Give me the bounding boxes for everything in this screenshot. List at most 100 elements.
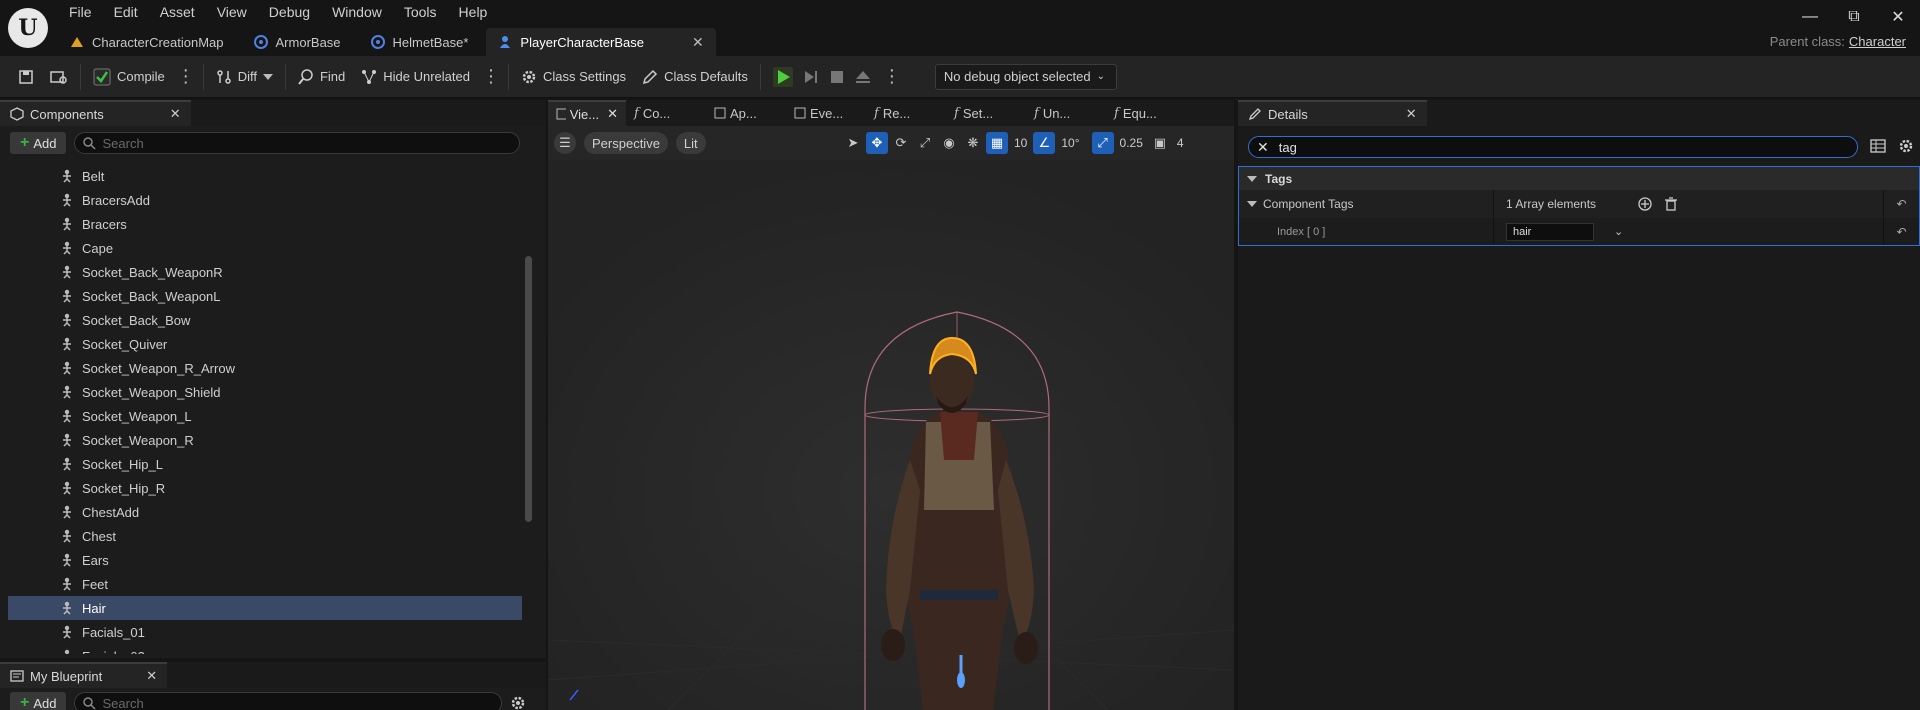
perspective-button[interactable]: Perspective bbox=[584, 132, 668, 154]
details-tab[interactable]: Details ✕ bbox=[1238, 100, 1427, 126]
clear-search-icon[interactable]: ✕ bbox=[1257, 139, 1269, 156]
class-defaults-button[interactable]: Class Defaults bbox=[634, 62, 756, 92]
eject-icon[interactable] bbox=[855, 69, 871, 85]
rotate-icon[interactable]: ⟳ bbox=[890, 132, 912, 154]
component-row[interactable]: Facials_02 bbox=[8, 644, 522, 654]
components-scrollbar[interactable] bbox=[525, 256, 532, 522]
reset-icon[interactable]: ↶ bbox=[1883, 190, 1919, 218]
camera-speed-icon[interactable]: ▣ bbox=[1149, 132, 1171, 154]
close-panel-icon[interactable]: ✕ bbox=[1406, 106, 1417, 122]
close-window-icon[interactable]: ✕ bbox=[1876, 0, 1920, 34]
menu-help[interactable]: Help bbox=[448, 0, 499, 24]
rotation-snap-icon[interactable]: ∠ bbox=[1033, 132, 1056, 154]
viewport-tab[interactable]: Eve... bbox=[786, 100, 866, 126]
component-row[interactable]: Feet bbox=[8, 572, 522, 596]
component-row[interactable]: Hair bbox=[8, 596, 522, 620]
play-options-icon[interactable]: ⋮ bbox=[879, 66, 905, 87]
component-row[interactable]: Socket_Hip_L bbox=[8, 452, 522, 476]
camera-speed-value[interactable]: 4 bbox=[1173, 136, 1188, 150]
more-options-icon[interactable]: ⋮ bbox=[478, 66, 504, 87]
hide-unrelated-button[interactable]: Hide Unrelated bbox=[353, 62, 478, 92]
menu-file[interactable]: File bbox=[58, 0, 103, 24]
class-settings-button[interactable]: Class Settings bbox=[513, 62, 634, 92]
tab-armorbase[interactable]: ArmorBase bbox=[242, 28, 353, 56]
surface-snap-icon[interactable]: ❋ bbox=[962, 132, 984, 154]
expand-arrow-icon[interactable] bbox=[1247, 201, 1257, 207]
scale-icon[interactable]: ⤢ bbox=[914, 132, 936, 154]
menu-view[interactable]: View bbox=[206, 0, 258, 24]
minimize-icon[interactable]: — bbox=[1788, 0, 1832, 34]
component-row[interactable]: Socket_Back_WeaponR bbox=[8, 260, 522, 284]
gear-icon[interactable] bbox=[510, 695, 526, 710]
menu-window[interactable]: Window bbox=[321, 0, 393, 24]
close-panel-icon[interactable]: ✕ bbox=[170, 106, 181, 122]
viewport-options-icon[interactable]: ☰ bbox=[554, 132, 576, 154]
my-blueprint-search-input[interactable]: Search bbox=[74, 692, 503, 710]
viewport-tab[interactable]: f Co... bbox=[626, 100, 706, 126]
add-element-icon[interactable] bbox=[1638, 197, 1652, 211]
menu-debug[interactable]: Debug bbox=[258, 0, 321, 24]
scale-snap-value[interactable]: 0.25 bbox=[1116, 136, 1147, 150]
trash-icon[interactable] bbox=[1664, 197, 1678, 211]
restore-icon[interactable]: ⧉ bbox=[1832, 0, 1876, 34]
gear-icon[interactable] bbox=[1898, 138, 1914, 154]
component-row[interactable]: Socket_Hip_R bbox=[8, 476, 522, 500]
step-icon[interactable] bbox=[803, 69, 819, 85]
world-local-icon[interactable]: ◉ bbox=[938, 132, 960, 154]
my-blueprint-tab[interactable]: My Blueprint ✕ bbox=[0, 662, 168, 688]
component-row[interactable]: Ears bbox=[8, 548, 522, 572]
viewport-tab[interactable]: f Un... bbox=[1026, 100, 1106, 126]
add-member-button[interactable]: + Add bbox=[10, 692, 67, 710]
play-icon[interactable] bbox=[772, 66, 793, 87]
component-row[interactable]: Chest bbox=[8, 524, 522, 548]
component-row[interactable]: Socket_Weapon_L bbox=[8, 404, 522, 428]
select-icon[interactable]: ➤ bbox=[842, 132, 864, 154]
viewport-tab[interactable]: Vie... ✕ bbox=[548, 100, 626, 126]
menu-edit[interactable]: Edit bbox=[103, 0, 149, 24]
component-row[interactable]: Socket_Weapon_Shield bbox=[8, 380, 522, 404]
browse-icon[interactable] bbox=[42, 62, 76, 92]
tab-charactercreationmap[interactable]: CharacterCreationMap bbox=[58, 28, 236, 56]
compile-button[interactable]: Compile bbox=[85, 62, 173, 92]
component-row[interactable]: Socket_Weapon_R bbox=[8, 428, 522, 452]
parent-class-link[interactable]: Character bbox=[1849, 34, 1906, 49]
component-row[interactable]: Socket_Weapon_R_Arrow bbox=[8, 356, 522, 380]
components-search-input[interactable]: Search bbox=[74, 132, 521, 154]
scale-snap-icon[interactable]: ⤢ bbox=[1091, 132, 1114, 154]
debug-object-select[interactable]: No debug object selected ⌄ bbox=[934, 63, 1117, 90]
details-search-input[interactable]: ✕ tag bbox=[1248, 136, 1858, 158]
rotation-snap-value[interactable]: 10° bbox=[1057, 136, 1083, 150]
component-row[interactable]: BracersAdd bbox=[8, 188, 522, 212]
close-panel-icon[interactable]: ✕ bbox=[146, 668, 157, 684]
diff-button[interactable]: Diff bbox=[208, 62, 281, 92]
component-row[interactable]: Socket_Quiver bbox=[8, 332, 522, 356]
tag-value-input[interactable]: hair bbox=[1506, 222, 1594, 241]
components-tab[interactable]: Components ✕ bbox=[0, 100, 191, 126]
find-button[interactable]: Find bbox=[290, 62, 353, 92]
add-component-button[interactable]: + Add bbox=[10, 132, 67, 154]
component-row[interactable]: Socket_Back_Bow bbox=[8, 308, 522, 332]
viewport-tab[interactable]: f Re... bbox=[866, 100, 946, 126]
grid-snap-icon[interactable]: ▦ bbox=[986, 132, 1008, 154]
save-icon[interactable] bbox=[10, 62, 42, 92]
lit-button[interactable]: Lit bbox=[675, 132, 706, 154]
close-tab-icon[interactable]: ✕ bbox=[607, 106, 618, 122]
reset-icon[interactable]: ↶ bbox=[1883, 218, 1919, 245]
component-row[interactable]: Socket_Back_WeaponL bbox=[8, 284, 522, 308]
compile-options-icon[interactable]: ⋮ bbox=[173, 66, 199, 87]
viewport-tab[interactable]: f Set... bbox=[946, 100, 1026, 126]
stop-icon[interactable] bbox=[829, 69, 845, 85]
tab-playercharacterbase[interactable]: PlayerCharacterBase ✕ bbox=[486, 28, 716, 56]
viewport-tab[interactable]: Ap... bbox=[706, 100, 786, 126]
viewport-tab[interactable]: f Equ... bbox=[1106, 100, 1186, 126]
unreal-logo-icon[interactable]: U bbox=[8, 8, 48, 48]
component-row[interactable]: Facials_01 bbox=[8, 620, 522, 644]
menu-tools[interactable]: Tools bbox=[393, 0, 448, 24]
close-tab-icon[interactable]: ✕ bbox=[692, 34, 704, 51]
chevron-down-icon[interactable]: ⌄ bbox=[1614, 225, 1623, 238]
table-view-icon[interactable] bbox=[1870, 138, 1886, 154]
tab-helmetbase[interactable]: HelmetBase* bbox=[359, 28, 481, 56]
component-row[interactable]: Cape bbox=[8, 236, 522, 260]
menu-asset[interactable]: Asset bbox=[149, 0, 206, 24]
component-row[interactable]: Bracers bbox=[8, 212, 522, 236]
